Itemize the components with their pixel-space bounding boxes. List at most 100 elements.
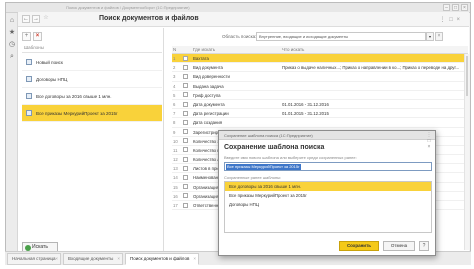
saved-template-item[interactable]: Все договоры за 2016 свыше 1 млн. — [225, 182, 431, 191]
dialog-title-bar: Сохранение шаблона поиска (1С:Предприяти… — [219, 131, 435, 150]
scroll-thumb[interactable] — [466, 56, 468, 96]
condition-row[interactable]: 3 Вид доверенности — [172, 72, 468, 82]
condition-row[interactable]: 1 Вахтата — [172, 54, 468, 64]
row-checkbox[interactable] — [183, 110, 188, 116]
condition-row[interactable]: 6 Дата документа 01.01.2016 - 31.12.2016 — [172, 100, 468, 110]
row-number: 9 — [173, 129, 176, 135]
row-value[interactable]: 01.01.2016 - 31.12.2016 — [282, 102, 329, 107]
template-label: Новый поиск — [36, 59, 63, 65]
favorite-star-icon[interactable]: ☆ — [42, 15, 50, 23]
maximize-button[interactable]: □ — [452, 4, 459, 11]
search-button-label: Искать — [32, 244, 48, 250]
saved-template-item[interactable]: Все приказы МеркурийПроект за 2015г — [225, 191, 431, 200]
row-checkbox[interactable] — [183, 73, 188, 79]
row-checkbox[interactable] — [183, 138, 188, 144]
section-toolbar: ⌂ ★ ◷ ⌕ — [6, 13, 18, 253]
minimize-button[interactable]: – — [443, 4, 450, 11]
home-icon[interactable]: ⌂ — [8, 17, 16, 25]
search-icon[interactable]: ⌕ — [8, 53, 16, 61]
close-tab-icon[interactable]: × — [55, 254, 58, 264]
row-checkbox[interactable] — [183, 129, 188, 135]
form-header: ← → ☆ Поиск документов и файлов ⋮ □ × — [18, 12, 469, 27]
row-condition: Гриф доступа — [193, 92, 221, 98]
row-checkbox[interactable] — [183, 101, 188, 107]
search-area-label: Область поиска: — [222, 34, 257, 39]
template-item[interactable]: Новый поиск — [22, 54, 162, 71]
row-checkbox[interactable] — [183, 193, 188, 199]
form-title: Поиск документов и файлов — [99, 15, 199, 22]
close-window-button[interactable]: × — [461, 4, 468, 11]
condition-row[interactable]: 8 Дата создания — [172, 118, 468, 128]
row-number: 5 — [173, 92, 176, 98]
row-checkbox[interactable] — [183, 184, 188, 190]
cancel-button[interactable]: Отмена — [383, 241, 415, 251]
row-checkbox[interactable] — [183, 119, 188, 125]
clear-icon[interactable]: × — [435, 32, 443, 41]
row-value[interactable]: 01.01.2015 - 31.12.2015 — [282, 111, 329, 116]
row-checkbox[interactable] — [183, 83, 188, 89]
row-checkbox[interactable] — [183, 202, 188, 208]
row-number: 15 — [173, 184, 178, 190]
column-n: N — [173, 47, 177, 52]
saved-template-item[interactable]: Договоры НПЦ — [225, 200, 431, 209]
tab-label: Входящие документы — [68, 256, 114, 261]
dialog-controls: ⋮ □ × — [426, 132, 432, 150]
close-tab-icon[interactable]: × — [117, 254, 120, 264]
template-item-selected[interactable]: Все приказы МеркурийПроект за 2015г — [22, 105, 162, 122]
help-button[interactable]: ? — [419, 241, 429, 251]
dialog-window-title: Сохранение шаблона поиска (1С:Предприяти… — [224, 133, 313, 138]
delete-template-button[interactable]: × — [33, 32, 42, 41]
template-icon — [26, 93, 32, 99]
row-number: 8 — [173, 120, 176, 126]
row-number: 3 — [173, 74, 176, 80]
row-checkbox[interactable] — [183, 55, 188, 61]
condition-row[interactable]: 4 Выдана задача — [172, 82, 468, 91]
form-menu-icons[interactable]: ⋮ □ × — [440, 16, 461, 23]
row-checkbox[interactable] — [183, 175, 188, 181]
template-label: Все приказы МеркурийПроект за 2015г — [36, 110, 118, 116]
row-checkbox[interactable] — [183, 147, 188, 153]
save-template-dialog: Сохранение шаблона поиска (1С:Предприяти… — [218, 130, 436, 256]
row-number: 10 — [173, 138, 178, 144]
row-checkbox[interactable] — [183, 156, 188, 162]
row-number: 6 — [173, 101, 176, 107]
add-template-button[interactable]: + — [22, 32, 31, 41]
row-checkbox[interactable] — [183, 92, 188, 98]
grid-scrollbar[interactable] — [464, 54, 469, 250]
condition-row[interactable]: 5 Гриф доступа — [172, 91, 468, 100]
template-icon — [26, 110, 32, 116]
template-item[interactable]: Все договоры за 2016 свыше 1 млн. — [22, 88, 162, 105]
row-number: 14 — [173, 175, 178, 181]
saved-templates-list: Все договоры за 2016 свыше 1 млн. Все пр… — [224, 181, 432, 233]
condition-row[interactable]: 7 Дата регистрации 01.01.2015 - 31.12.2015 — [172, 109, 468, 119]
search-area-field[interactable]: Внутренние, входящие и исходящие докумен… — [256, 32, 426, 41]
row-checkbox[interactable] — [183, 165, 188, 171]
dialog-list-hint: Сохраненные ранее шаблоны: — [224, 175, 282, 180]
close-tab-icon[interactable]: × — [193, 254, 196, 264]
save-button[interactable]: Сохранить — [339, 241, 379, 251]
row-number: 4 — [173, 83, 176, 89]
row-value[interactable]: Приказ о выдаче наличных...; Приказ о на… — [282, 65, 459, 70]
template-name-input[interactable]: Все приказы МеркурийПроект за 2015г — [224, 162, 432, 171]
tab-search[interactable]: Поиск документов и файлов × — [125, 253, 199, 265]
tab-incoming[interactable]: Входящие документы × — [63, 253, 123, 265]
tab-home[interactable]: Начальная страница × — [7, 253, 61, 265]
template-label: Все договоры за 2016 свыше 1 млн. — [36, 93, 112, 99]
row-condition: Дата создания — [193, 120, 223, 126]
condition-row[interactable]: 2 Вид документа Приказ о выдаче наличных..… — [172, 63, 468, 73]
row-checkbox[interactable] — [183, 64, 188, 70]
template-item[interactable]: Договоры НПЦ — [22, 71, 162, 88]
row-condition: Выдана задача — [193, 83, 224, 89]
column-condition: Где искать — [193, 47, 216, 52]
star-icon[interactable]: ★ — [8, 29, 16, 37]
window-controls: – □ × — [443, 4, 468, 11]
forward-button[interactable]: → — [32, 15, 40, 23]
dialog-control-icons[interactable]: ⋮ □ × — [426, 132, 432, 150]
chevron-down-icon[interactable]: ▾ — [426, 32, 434, 41]
row-number: 16 — [173, 193, 178, 199]
back-button[interactable]: ← — [22, 15, 30, 23]
templates-header: Шаблоны — [22, 45, 162, 53]
dialog-name-hint: Введите имя нового шаблона или выберите … — [224, 155, 357, 160]
history-icon[interactable]: ◷ — [8, 41, 16, 49]
tab-label: Начальная страница — [12, 256, 56, 261]
